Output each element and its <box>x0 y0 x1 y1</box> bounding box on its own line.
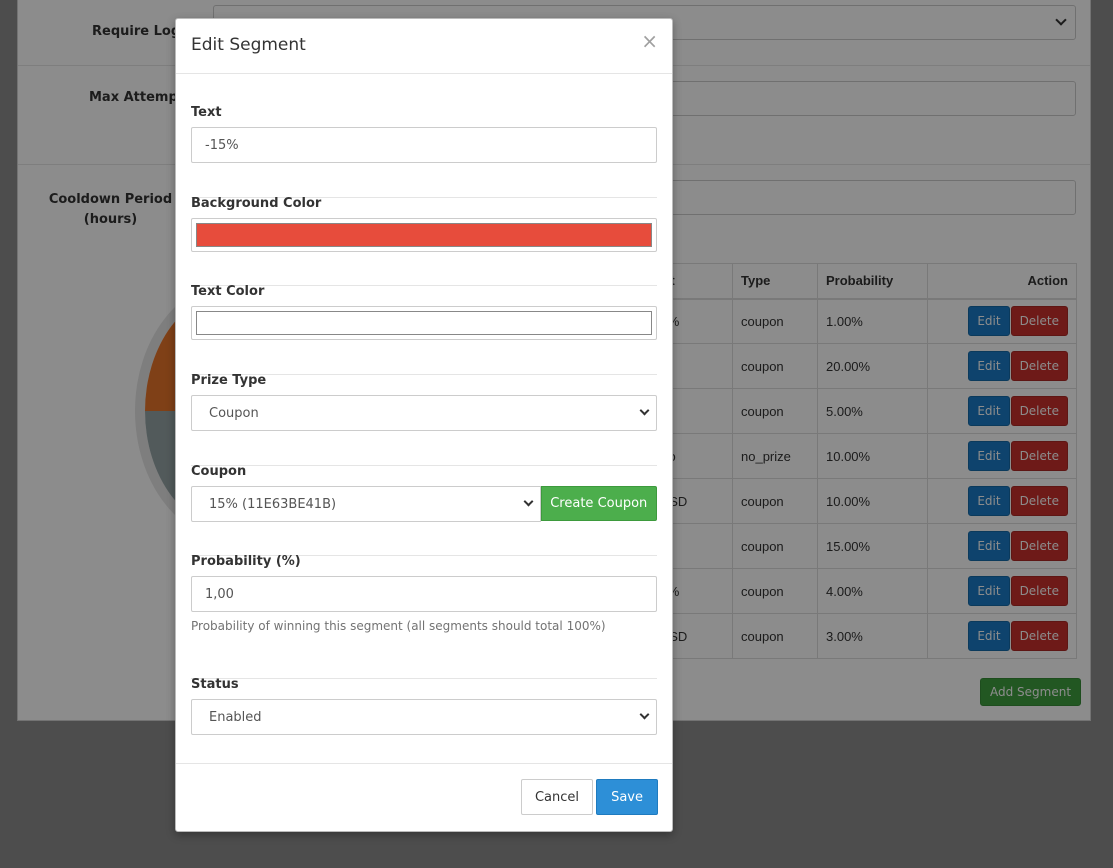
text-color-label: Text Color <box>191 284 265 299</box>
text-input[interactable]: -15% <box>191 127 657 163</box>
modal-header: Edit Segment × <box>176 19 672 74</box>
text-label: Text <box>191 105 222 120</box>
modal-footer: Cancel Save <box>176 763 672 831</box>
probability-input[interactable]: 1,00 <box>191 576 657 612</box>
background-color-group: Background Color <box>191 196 657 252</box>
status-label: Status <box>191 677 239 692</box>
chevron-down-icon <box>523 496 533 507</box>
chevron-down-icon <box>639 405 650 416</box>
close-icon[interactable]: × <box>641 29 658 53</box>
edit-segment-modal: Edit Segment × Text -15% Background Colo… <box>175 18 673 832</box>
save-button[interactable]: Save <box>596 779 658 815</box>
probability-label: Probability (%) <box>191 554 301 569</box>
prize-type-select[interactable]: Coupon <box>191 395 657 431</box>
cancel-button[interactable]: Cancel <box>520 779 593 815</box>
modal-title: Edit Segment <box>191 35 306 55</box>
coupon-select[interactable]: 15% (11E63BE41B) <box>191 486 541 522</box>
probability-group: Probability (%) 1,00 Probability of winn… <box>191 554 657 633</box>
probability-help-text: Probability of winning this segment (all… <box>191 619 606 633</box>
background-color-swatch <box>196 223 652 247</box>
chevron-down-icon <box>639 709 650 720</box>
text-color-picker[interactable] <box>191 306 657 340</box>
text-field-group: Text -15% <box>191 105 657 163</box>
text-color-group: Text Color <box>191 284 657 340</box>
coupon-input-group: 15% (11E63BE41B) Create Coupon <box>191 486 657 522</box>
status-select[interactable]: Enabled <box>191 699 657 735</box>
prize-type-group: Prize Type Coupon <box>191 373 657 431</box>
text-color-swatch <box>196 311 652 335</box>
prize-type-value: Coupon <box>209 405 259 421</box>
status-group: Status Enabled <box>191 677 657 735</box>
background-color-label: Background Color <box>191 196 322 211</box>
coupon-label: Coupon <box>191 464 247 479</box>
background-color-picker[interactable] <box>191 218 657 252</box>
coupon-group: Coupon 15% (11E63BE41B) Create Coupon <box>191 464 657 522</box>
prize-type-label: Prize Type <box>191 373 267 388</box>
coupon-value: 15% (11E63BE41B) <box>209 496 337 512</box>
status-value: Enabled <box>209 709 262 725</box>
create-coupon-button[interactable]: Create Coupon <box>540 486 657 521</box>
